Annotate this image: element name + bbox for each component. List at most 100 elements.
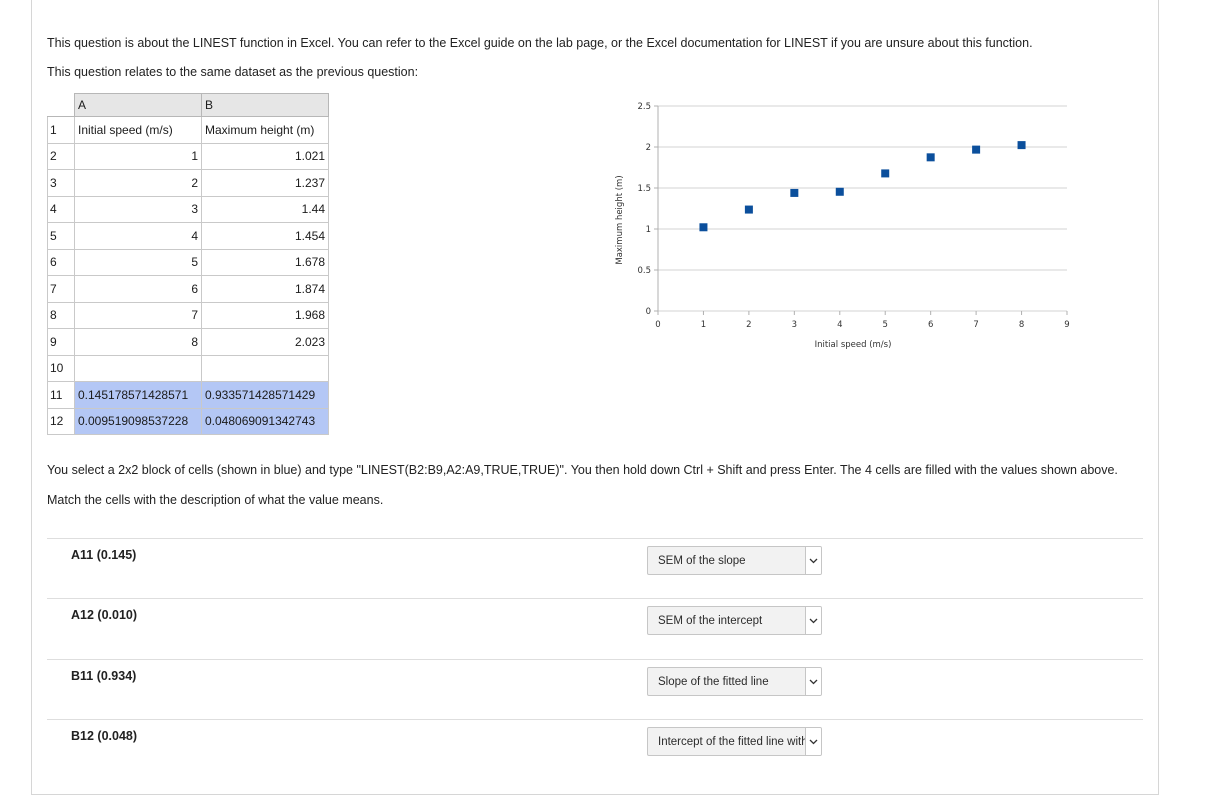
- cell-a2: 1: [74, 142, 202, 170]
- cell-b10: [201, 354, 329, 382]
- cell-a6: 5: [74, 248, 202, 276]
- chevron-down-icon[interactable]: [805, 668, 821, 695]
- data-point: [790, 188, 799, 197]
- cell-a5: 4: [74, 222, 202, 250]
- row-divider: [47, 719, 1143, 720]
- row-divider: [47, 538, 1143, 539]
- cell-a4: 3: [74, 195, 202, 223]
- x-axis-ticks: 0 1 2 3 4 5 6 7 8 9: [655, 320, 1069, 330]
- select-value: SEM of the intercept: [658, 615, 763, 627]
- row-number: 8: [47, 301, 75, 329]
- scatter-chart: 0 0.5 1 1.5 2 2.5 0 1 2 3 4 5 6 7 8 9 Initial speed (m…: [615, 102, 1070, 350]
- cell-b8: 1.968: [201, 301, 329, 329]
- data-point: [1017, 141, 1026, 150]
- table-row: 10: [47, 354, 329, 382]
- table-row: 7 6 1.874: [47, 275, 329, 303]
- table-row: 1 Initial speed (m/s) Maximum height (m): [47, 116, 329, 144]
- x-tick-label: 3: [792, 320, 797, 330]
- cell-b2: 1.021: [201, 142, 329, 170]
- cell-b5: 1.454: [201, 222, 329, 250]
- corner-cell: [47, 93, 75, 117]
- x-axis-label: Initial speed (m/s): [815, 340, 892, 350]
- cell-a9: 8: [74, 328, 202, 356]
- row-number: 6: [47, 248, 75, 276]
- column-header-row: A B: [47, 93, 329, 117]
- row-number: 11: [47, 381, 75, 409]
- cell-b11: 0.933571428571429: [201, 381, 329, 409]
- row-number: 12: [47, 407, 75, 435]
- chevron-down-icon[interactable]: [805, 607, 821, 634]
- cell-b3: 1.237: [201, 169, 329, 197]
- cell-a1: Initial speed (m/s): [74, 116, 202, 144]
- x-tick-label: 4: [837, 320, 842, 330]
- intro-text: This question is about the LINEST functi…: [47, 36, 1033, 50]
- select-value: SEM of the slope: [658, 555, 746, 567]
- cell-b1: Maximum height (m): [201, 116, 329, 144]
- match-label-a11: A11 (0.145): [71, 548, 137, 562]
- y-tick-label: 0.5: [637, 266, 651, 276]
- table-row: 11 0.145178571428571 0.933571428571429: [47, 381, 329, 409]
- cell-b12: 0.048069091342743: [201, 407, 329, 435]
- row-number: 4: [47, 195, 75, 223]
- x-tick-label: 5: [883, 320, 888, 330]
- dataset-note: This question relates to the same datase…: [47, 65, 419, 79]
- match-select-b11[interactable]: Slope of the fitted line: [647, 667, 822, 696]
- data-point: [926, 153, 935, 162]
- cell-a8: 7: [74, 301, 202, 329]
- y-tick-label: 0: [646, 307, 651, 317]
- row-number: 10: [47, 354, 75, 382]
- row-number: 7: [47, 275, 75, 303]
- match-label-b12: B12 (0.048): [71, 729, 138, 743]
- table-row: 12 0.009519098537228 0.048069091342743: [47, 407, 329, 435]
- row-divider: [47, 659, 1143, 660]
- chart-points: [699, 141, 1026, 232]
- data-point: [744, 205, 753, 214]
- y-tick-label: 2.5: [637, 102, 651, 112]
- row-number: 1: [47, 116, 75, 144]
- x-tick-label: 1: [701, 320, 706, 330]
- x-tick-label: 0: [655, 320, 660, 330]
- y-axis-label: Maximum height (m): [615, 175, 625, 264]
- x-tick-label: 7: [973, 320, 978, 330]
- table-row: 3 2 1.237: [47, 169, 329, 197]
- y-tick-label: 1: [646, 225, 651, 235]
- chevron-down-icon[interactable]: [805, 728, 821, 755]
- x-tick-label: 9: [1064, 320, 1069, 330]
- cell-b7: 1.874: [201, 275, 329, 303]
- table-row: 6 5 1.678: [47, 248, 329, 276]
- match-instructions: Match the cells with the description of …: [47, 493, 384, 507]
- chevron-down-icon[interactable]: [805, 547, 821, 574]
- row-divider: [47, 598, 1143, 599]
- data-point: [881, 169, 890, 178]
- chart-grid: [654, 105, 1068, 315]
- row-number: 2: [47, 142, 75, 170]
- data-point: [835, 187, 844, 196]
- row-number: 5: [47, 222, 75, 250]
- match-label-a12: A12 (0.010): [71, 608, 138, 622]
- match-select-b12[interactable]: Intercept of the fitted line with the y-…: [647, 727, 822, 756]
- cell-b9: 2.023: [201, 328, 329, 356]
- data-point: [699, 223, 708, 232]
- y-axis-ticks: 0 0.5 1 1.5 2 2.5: [637, 102, 651, 317]
- spreadsheet-table: A B 1 Initial speed (m/s) Maximum height…: [47, 93, 329, 435]
- cell-a3: 2: [74, 169, 202, 197]
- y-tick-label: 2: [646, 143, 651, 153]
- cell-a12: 0.009519098537228: [74, 407, 202, 435]
- select-value: Slope of the fitted line: [658, 676, 769, 688]
- y-tick-label: 1.5: [637, 184, 651, 194]
- column-header-a: A: [74, 93, 202, 117]
- cell-a7: 6: [74, 275, 202, 303]
- column-header-b: B: [201, 93, 329, 117]
- x-tick-label: 2: [746, 320, 751, 330]
- select-value: Intercept of the fitted line with the y-…: [658, 736, 806, 748]
- cell-b6: 1.678: [201, 248, 329, 276]
- instructions-text: You select a 2x2 block of cells (shown i…: [47, 463, 1118, 477]
- match-select-a12[interactable]: SEM of the intercept: [647, 606, 822, 635]
- row-number: 9: [47, 328, 75, 356]
- match-select-a11[interactable]: SEM of the slope: [647, 546, 822, 575]
- cell-b4: 1.44: [201, 195, 329, 223]
- table-row: 5 4 1.454: [47, 222, 329, 250]
- x-tick-label: 6: [928, 320, 933, 330]
- row-number: 3: [47, 169, 75, 197]
- data-point: [972, 145, 981, 154]
